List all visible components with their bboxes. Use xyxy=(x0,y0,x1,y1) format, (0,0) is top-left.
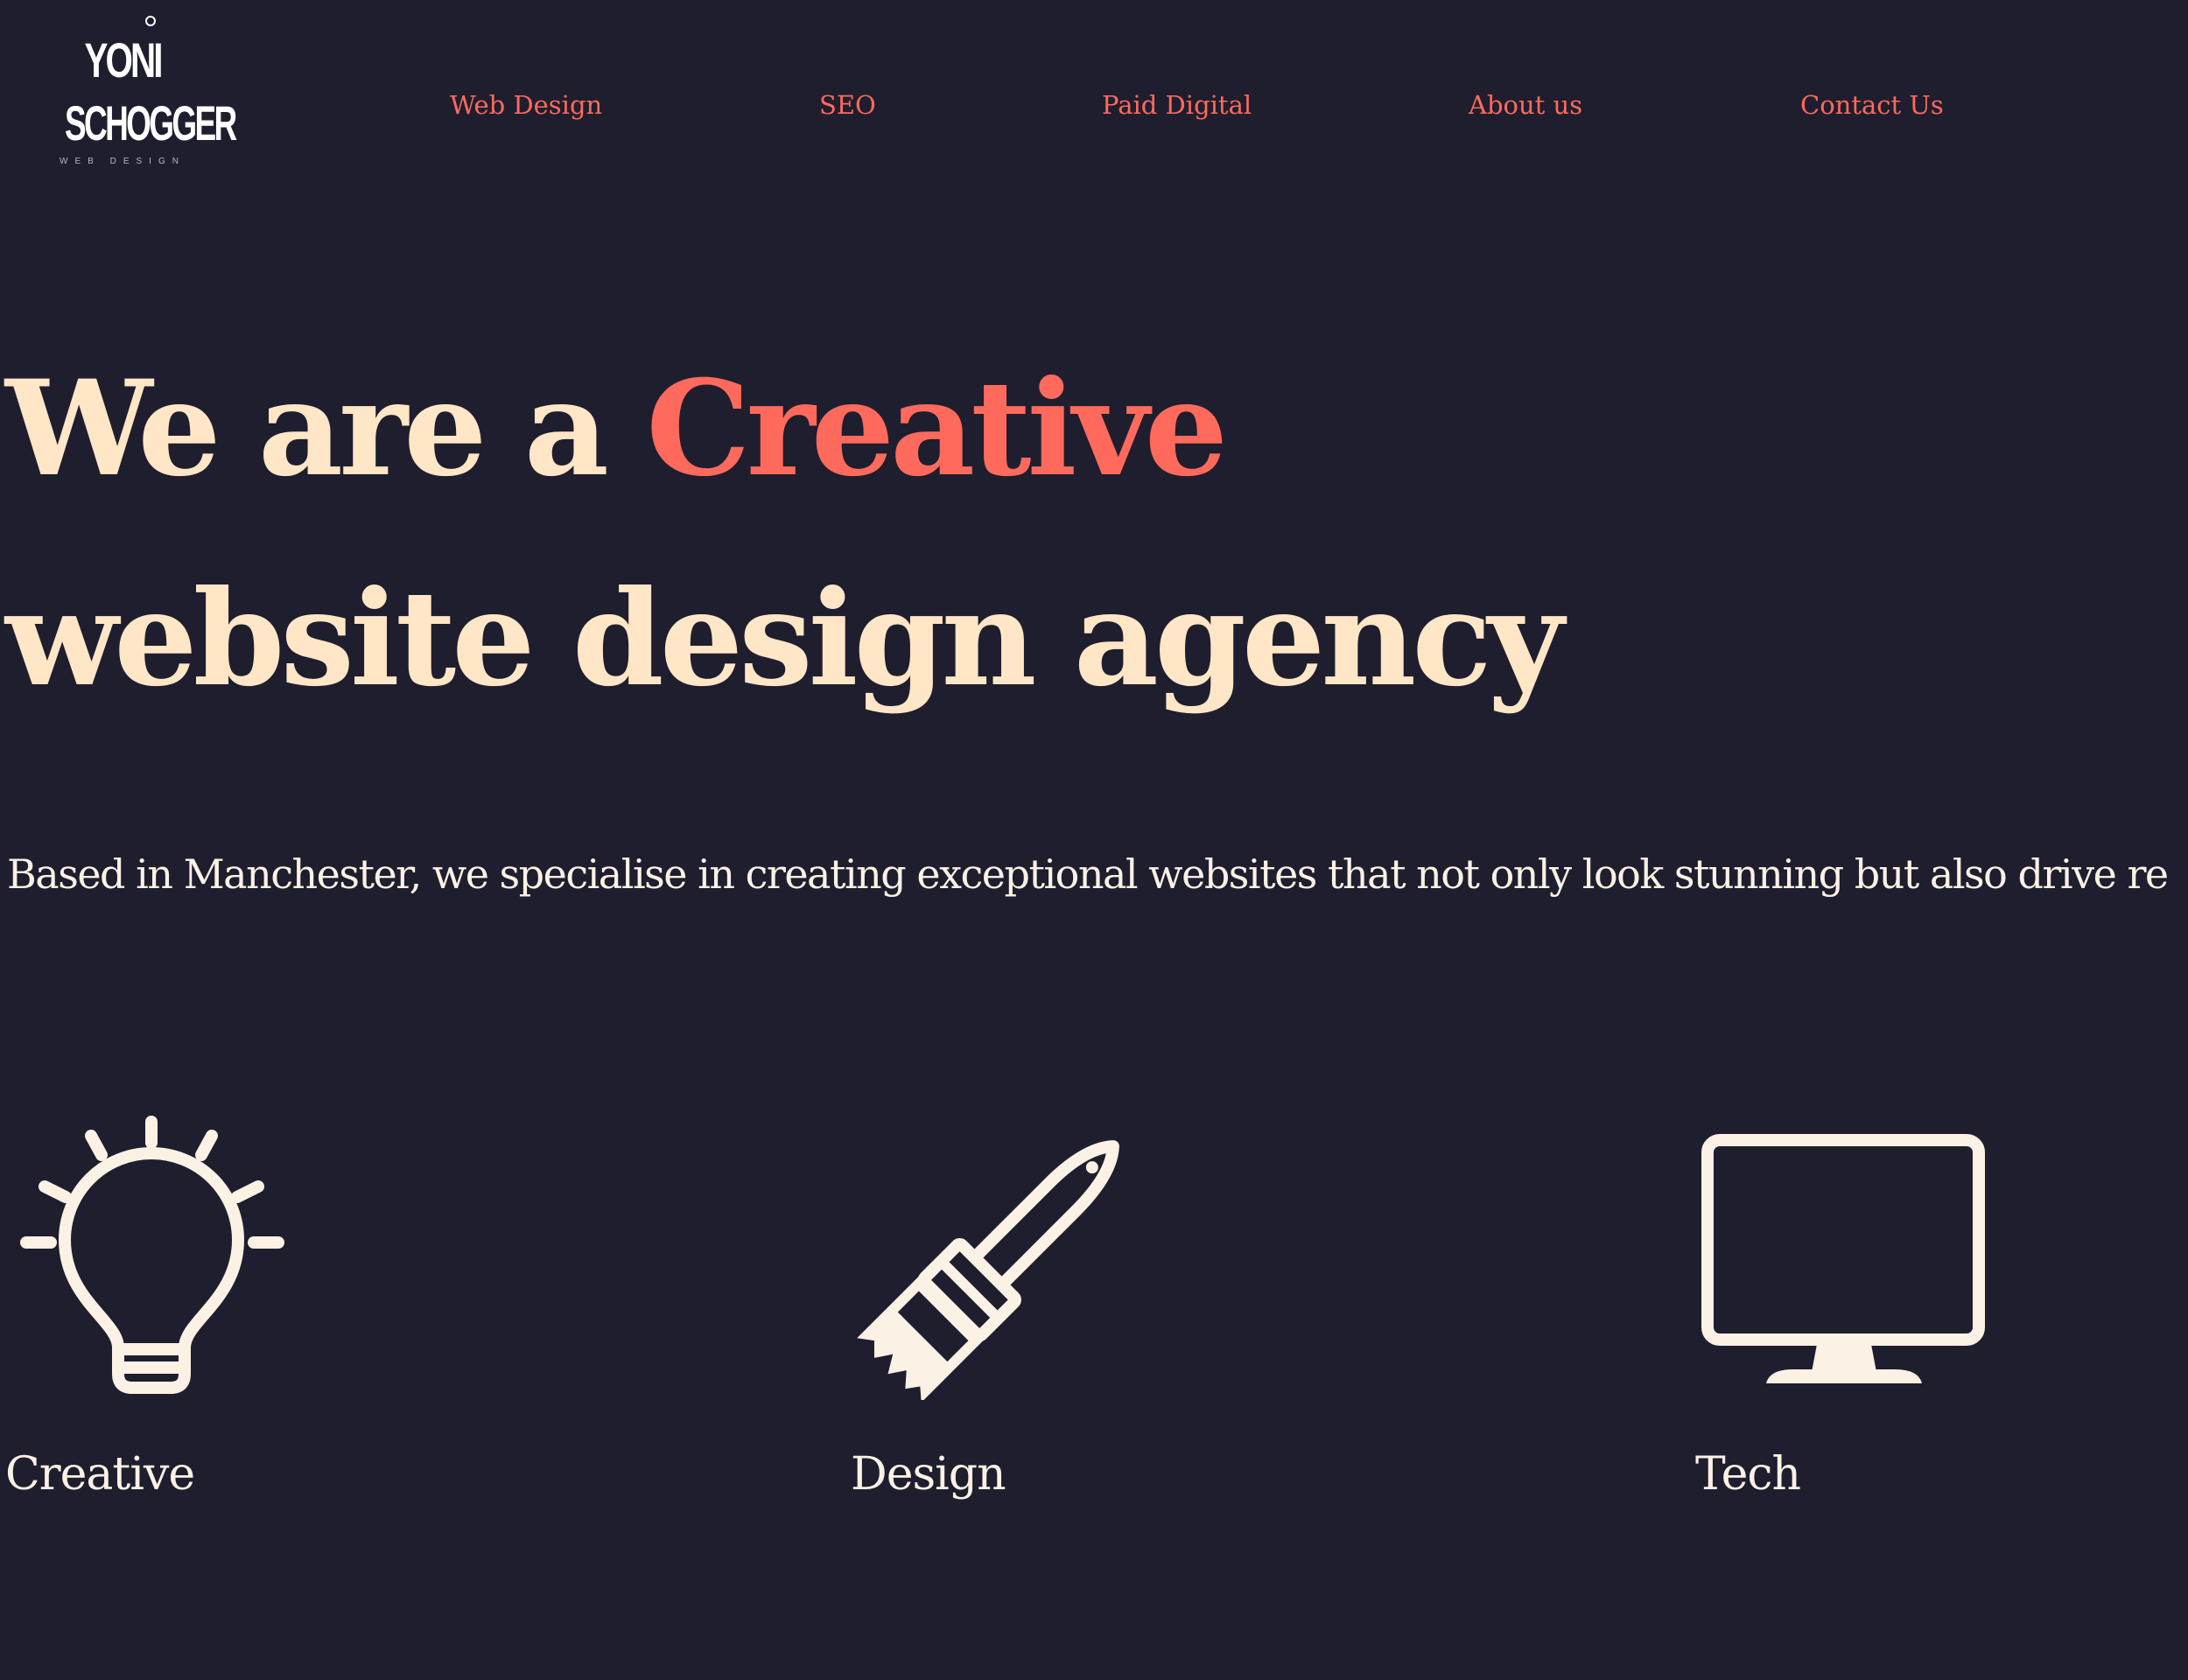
nav-contact-us[interactable]: Contact Us xyxy=(1800,80,1944,130)
feature-design: Design xyxy=(851,1102,1516,1514)
page: YONI SCHOGGER WEB DESIGN Web Design SEO … xyxy=(0,0,2188,1680)
hero-heading-line2: website design agency xyxy=(5,562,1564,716)
nav-seo[interactable]: SEO xyxy=(819,80,876,130)
lightbulb-icon xyxy=(20,1116,284,1394)
nav-about-us[interactable]: About us xyxy=(1469,80,1582,130)
nav-web-design[interactable]: Web Design xyxy=(450,80,602,130)
hero-heading-accent: Creative xyxy=(646,352,1228,506)
nav-paid-digital[interactable]: Paid Digital xyxy=(1102,80,1252,130)
feature-design-label: Design xyxy=(851,1448,1006,1501)
logo-pin-icon xyxy=(145,16,156,26)
paintbrush-icon xyxy=(857,1140,1119,1400)
logo-tagline: WEB DESIGN xyxy=(60,157,186,166)
site-logo[interactable]: YONI SCHOGGER WEB DESIGN xyxy=(35,16,237,173)
hero-description: Based in Manchester, we specialise in cr… xyxy=(7,850,2169,898)
logo-line-2: SCHOGGER xyxy=(65,95,237,150)
feature-tech: Tech xyxy=(1695,1102,2188,1514)
monitor-icon xyxy=(1701,1134,1985,1383)
logo-line-1: YONI xyxy=(84,32,163,88)
feature-creative: Creative xyxy=(5,1102,670,1514)
hero-heading-part1: We are a xyxy=(5,352,647,506)
feature-creative-label: Creative xyxy=(5,1448,195,1501)
feature-tech-label: Tech xyxy=(1695,1448,1801,1501)
hero-heading: We are a Creative website design agency xyxy=(5,324,1564,744)
